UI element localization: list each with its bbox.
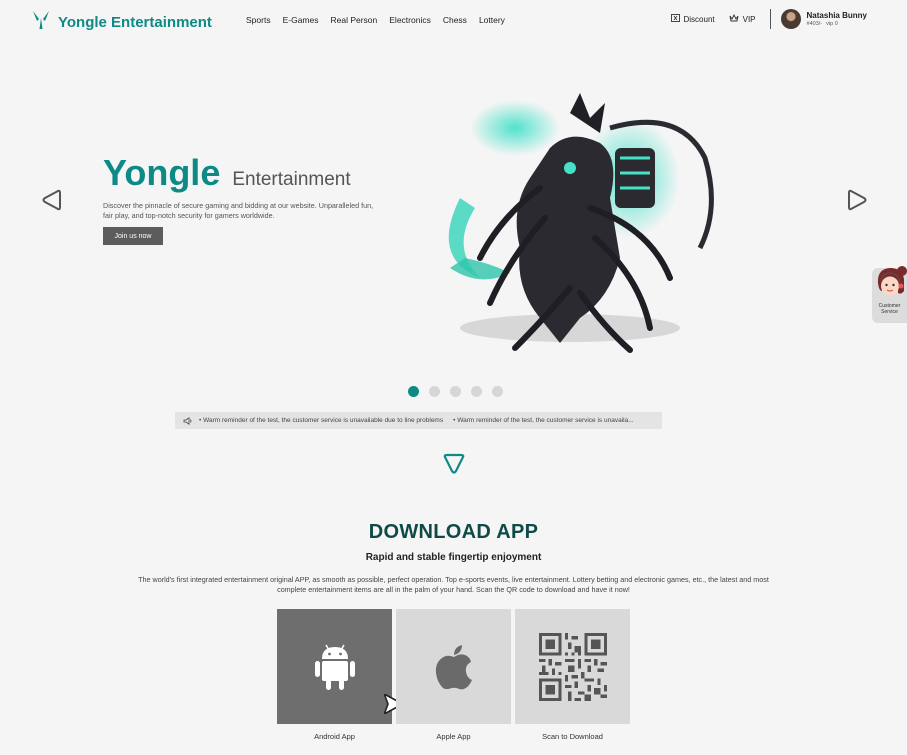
top-nav-bar: Yongle Entertainment Sports E-Games Real… <box>0 0 907 40</box>
chevron-right-icon <box>848 189 867 211</box>
speaker-icon <box>183 416 193 425</box>
nav-item-electronics[interactable]: Electronics <box>389 15 431 25</box>
ticket-icon <box>670 14 680 24</box>
carousel-dot-3[interactable] <box>450 386 461 397</box>
download-title: DOWNLOAD APP <box>368 521 539 543</box>
support-agent-icon <box>877 266 907 296</box>
header-divider <box>769 9 771 29</box>
user-vip-level: vip 0 <box>826 21 838 27</box>
hero-title-sub: Entertainment <box>232 169 351 190</box>
notice-message-text: Warm reminder of the test, the customer … <box>457 417 634 424</box>
chevron-down-icon <box>443 453 465 474</box>
customer-service-label: Customer Service <box>878 303 901 315</box>
hero-character-illustration <box>420 88 720 358</box>
main-nav: Sports E-Games Real Person Electronics C… <box>246 15 505 25</box>
join-us-button[interactable]: Join us now <box>103 227 163 245</box>
nav-item-lottery[interactable]: Lottery <box>479 15 505 25</box>
notice-message: • Warm reminder of the test, the custome… <box>199 417 444 424</box>
carousel-dot-1[interactable] <box>408 386 419 397</box>
carousel-dot-4[interactable] <box>471 386 482 397</box>
user-name: Natashia Bunny <box>806 11 867 20</box>
vip-label: VIP <box>742 14 756 24</box>
qr-code <box>538 632 607 701</box>
user-profile[interactable]: Natashia Bunny #403/- vip 0 <box>780 9 867 29</box>
notice-marquee: • Warm reminder of the test, the custome… <box>175 412 662 429</box>
y-logo-icon <box>32 10 50 35</box>
user-id: #403/- <box>806 21 823 27</box>
download-subtitle: Rapid and stable fingertip enjoyment <box>365 552 542 563</box>
customer-service-button[interactable]: Customer Service <box>872 266 907 323</box>
carousel-pagination <box>408 386 503 397</box>
page: Yongle Entertainment Sports E-Games Real… <box>0 0 907 755</box>
header-actions: Discount VIP Natashia Bunny #403/- vip 0 <box>657 9 867 29</box>
hero-title-main: Yongle <box>103 152 221 193</box>
nav-item-chess[interactable]: Chess <box>443 15 467 25</box>
crown-icon <box>729 13 739 24</box>
nav-item-e-games[interactable]: E-Games <box>283 15 319 25</box>
scan-to-download-label[interactable]: Scan to Download <box>515 732 630 741</box>
android-icon <box>314 644 355 690</box>
carousel-next-button[interactable] <box>845 188 869 212</box>
hero-title: Yongle Entertainment <box>103 152 351 194</box>
chevron-left-icon <box>42 189 61 211</box>
discount-label: Discount <box>683 14 715 24</box>
nav-item-real-person[interactable]: Real Person <box>330 15 377 25</box>
qr-code-tile[interactable] <box>515 609 630 724</box>
android-app-label[interactable]: Android App <box>277 732 392 741</box>
apple-app-tile[interactable] <box>396 609 511 724</box>
notice-message: • Warm reminder of the test, the custome… <box>453 417 634 424</box>
download-description: The world's first integrated entertainme… <box>138 575 769 594</box>
discount-link[interactable]: Discount <box>670 14 715 24</box>
brand-name: Yongle Entertainment <box>58 14 212 31</box>
download-tiles <box>277 609 630 724</box>
scroll-down-button[interactable] <box>442 452 466 476</box>
carousel-dot-5[interactable] <box>492 386 503 397</box>
apple-app-label[interactable]: Apple App <box>396 732 511 741</box>
brand-logo[interactable]: Yongle Entertainment <box>32 10 212 35</box>
notice-message-text: Warm reminder of the test, the customer … <box>203 417 444 424</box>
vip-link[interactable]: VIP <box>729 13 756 24</box>
android-app-tile[interactable] <box>277 609 403 724</box>
carousel-prev-button[interactable] <box>40 188 64 212</box>
avatar <box>780 9 801 29</box>
hero-description: Discover the pinnacle of secure gaming a… <box>103 201 374 220</box>
nav-item-sports[interactable]: Sports <box>246 15 271 25</box>
download-tile-labels: Android App Apple App Scan to Download <box>277 732 630 741</box>
apple-icon <box>435 644 472 689</box>
carousel-dot-2[interactable] <box>429 386 440 397</box>
